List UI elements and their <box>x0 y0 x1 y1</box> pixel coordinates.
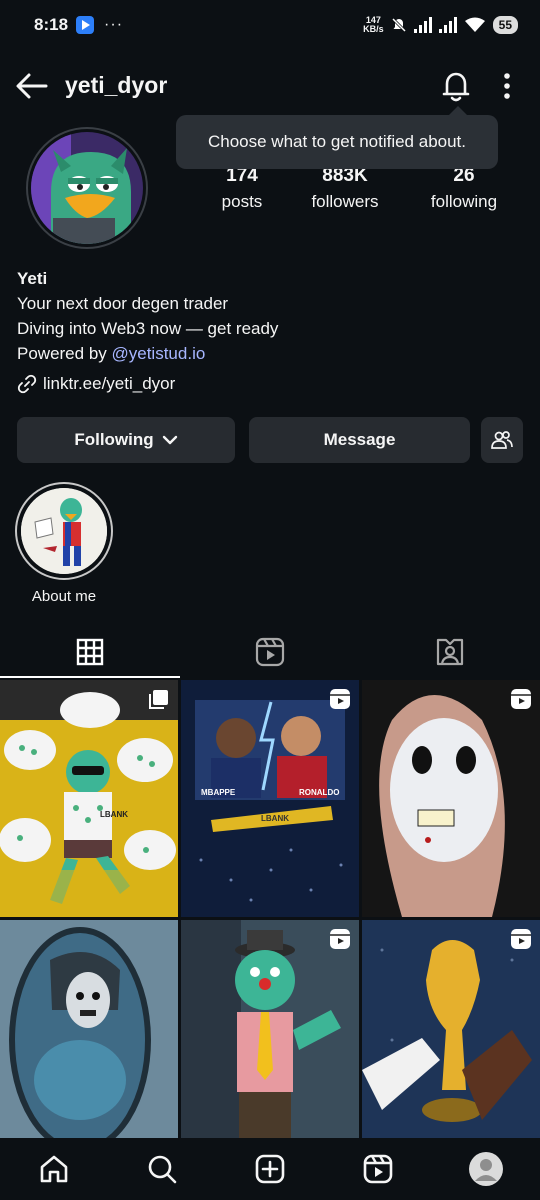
reels-icon <box>363 1154 393 1184</box>
post-2-left-name: MBAPPE <box>201 788 236 797</box>
post-1-brand: LBANK <box>100 810 128 819</box>
bio-line-1: Your next door degen trader <box>17 294 229 313</box>
reel-icon <box>330 929 350 949</box>
highlight-ring <box>15 482 113 580</box>
story-highlight-about-me[interactable]: About me <box>15 482 113 605</box>
message-button[interactable]: Message <box>249 417 470 463</box>
posts-grid: LBANK MBAPPE RONALDO LBANK <box>0 680 540 1138</box>
display-name: Yeti <box>17 269 48 288</box>
profile-content-tabs <box>0 626 540 678</box>
profile-header: yeti_dyor <box>0 60 540 112</box>
tab-reels[interactable] <box>180 626 360 678</box>
search-icon <box>148 1155 177 1184</box>
grid-post-4[interactable] <box>0 920 178 1157</box>
grid-post-6[interactable] <box>362 920 540 1157</box>
grid-post-1[interactable]: LBANK <box>0 680 178 917</box>
nav-home[interactable] <box>0 1138 108 1200</box>
followers-label: followers <box>311 192 379 211</box>
network-speed-unit: KB/s <box>363 24 384 34</box>
following-label: following <box>430 192 498 211</box>
more-notifications-icon: ··· <box>104 16 124 33</box>
notifications-button[interactable] <box>438 68 474 104</box>
nav-create[interactable] <box>216 1138 324 1200</box>
nav-profile[interactable] <box>432 1138 540 1200</box>
posts-label: posts <box>221 192 263 211</box>
post-2-brand: LBANK <box>261 814 289 823</box>
add-people-icon <box>491 431 513 449</box>
grid-post-3[interactable] <box>362 680 540 917</box>
home-icon <box>40 1155 68 1183</box>
plus-square-icon <box>255 1154 285 1184</box>
signal-icon <box>413 17 432 33</box>
grid-post-2[interactable]: MBAPPE RONALDO LBANK <box>181 680 359 917</box>
bottom-navigation <box>0 1138 540 1200</box>
profile-username: yeti_dyor <box>65 72 168 98</box>
following-button[interactable]: Following <box>17 417 235 463</box>
more-options-button[interactable] <box>494 70 520 102</box>
bio-mention-link[interactable]: @yetistud.io <box>112 344 206 363</box>
reel-icon <box>511 689 531 709</box>
bell-icon <box>442 72 470 102</box>
back-button[interactable] <box>14 70 50 102</box>
highlight-cover <box>21 488 107 574</box>
stat-following[interactable]: 26 following <box>420 165 508 217</box>
tab-posts-grid[interactable] <box>0 626 180 678</box>
link-text: linktr.ee/yeti_dyor <box>43 374 176 393</box>
wifi-icon <box>464 17 485 32</box>
nav-reels[interactable] <box>324 1138 432 1200</box>
bio-powered-line: Powered by @yetistud.io <box>17 341 517 366</box>
stat-posts[interactable]: 174 posts <box>208 165 276 217</box>
profile-stats: 174 posts 883K followers 26 following <box>0 165 540 225</box>
reel-icon <box>511 929 531 949</box>
message-button-label: Message <box>323 430 396 449</box>
highlight-label: About me <box>31 588 97 605</box>
bio-powered-prefix: Powered by <box>17 344 112 363</box>
nav-search[interactable] <box>108 1138 216 1200</box>
bio-line-2: Diving into Web3 now — get ready <box>17 319 279 338</box>
tagged-person-icon <box>436 638 464 666</box>
status-time: 8:18 <box>34 15 69 34</box>
tab-tagged[interactable] <box>360 626 540 678</box>
post-2-right-name: RONALDO <box>299 788 340 797</box>
reels-icon <box>255 637 285 667</box>
reel-icon <box>330 689 350 709</box>
link-icon <box>17 374 37 393</box>
active-tab-indicator <box>0 676 180 678</box>
arrow-left-icon <box>16 73 48 99</box>
profile-bio: Yeti Your next door degen trader Diving … <box>17 266 517 396</box>
battery-indicator: 55 <box>492 16 518 34</box>
bio-external-link[interactable]: linktr.ee/yeti_dyor <box>17 371 517 396</box>
mute-bell-icon <box>391 17 406 33</box>
profile-avatar-icon <box>469 1152 503 1186</box>
kebab-menu-icon <box>504 73 510 99</box>
grid-icon <box>76 638 104 666</box>
multiple-photos-icon <box>149 690 168 709</box>
notification-tooltip[interactable]: Choose what to get notified about. <box>176 106 498 169</box>
status-bar: 8:18 ··· 147 KB/s 55 <box>0 0 540 50</box>
signal-2-icon <box>438 17 457 33</box>
suggested-people-button[interactable] <box>481 417 523 463</box>
grid-post-5[interactable] <box>181 920 359 1157</box>
stat-followers[interactable]: 883K followers <box>300 165 390 217</box>
following-button-label: Following <box>74 430 154 449</box>
network-speed: 147 KB/s <box>363 16 384 34</box>
chevron-down-icon <box>162 435 177 445</box>
play-store-icon <box>76 16 95 34</box>
